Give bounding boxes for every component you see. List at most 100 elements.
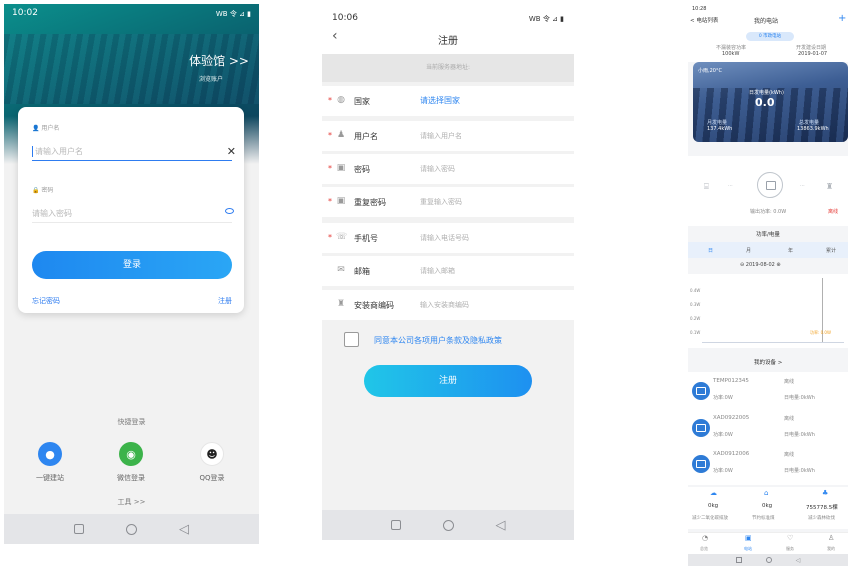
installer-icon: ♜ [336,299,346,309]
back-to-list[interactable]: < 电站列表 [690,16,718,24]
power-title: 功率/电量 [756,232,780,238]
power-chart: 0.4W 0.3W 0.2W 0.1W 功率: 0.0W [688,274,848,348]
password-input[interactable]: 请输入密码 [420,164,455,174]
device-item[interactable]: TEMP012345 离线 功率:0W 日电量:0kWh [688,372,848,412]
tab-plant[interactable]: 电站 [744,546,752,552]
coal-icon: ⌂ [764,489,769,497]
password-row[interactable]: * ▣ 密码 请输入密码 [322,154,574,184]
back-icon[interactable]: ◁ [796,557,801,564]
y-tick: 0.1W [690,330,701,335]
qq-icon: ☻ [200,442,224,466]
inverter-icon[interactable] [757,172,783,198]
plant-icon[interactable]: ▣ [745,534,752,542]
total-energy-value: 13863.9kWh [797,126,829,132]
email-row[interactable]: ✉ 邮箱 请输入邮箱 [322,256,574,286]
experience-subtitle: 浏览账户 [198,76,223,83]
tab-month[interactable]: 月 [746,247,751,254]
plant-type-pill[interactable]: 0 市政电站 [746,32,794,41]
weather-label: 小雨,20°C [698,68,722,74]
tab-service[interactable]: 服务 [786,546,794,552]
home-icon[interactable] [765,557,772,563]
back-icon[interactable]: ◁ [496,518,506,533]
service-icon[interactable]: ♡ [787,534,793,542]
login-button[interactable]: 登录 [32,251,232,279]
capacity-label: 不漏装容功率 [716,45,747,51]
one-click-build-button[interactable]: ● 一键建站 [20,442,80,483]
tab-day[interactable]: 日 [708,247,713,254]
grid-tower-icon: ♜ [826,182,834,191]
install-date-label: 开发建设日期 [796,45,827,51]
server-address: 当前服务器地址: [322,54,574,82]
phone-input[interactable]: 请输入电话号码 [420,233,469,243]
status-time: 10:06 [332,13,358,23]
username-label: 👤 用户名 [32,125,60,132]
date-picker[interactable]: ⊖ 2019-08-02 ⊕ [740,262,781,268]
register-link[interactable]: 注册 [218,296,232,306]
today-energy-label: 日发电量(kWh) [749,90,784,96]
username-input[interactable]: 请输入用户名 [32,143,232,161]
forgot-password-link[interactable]: 忘记密码 [32,296,60,306]
clear-icon[interactable]: ✕ [227,145,236,158]
bottom-tab-bar: ◔ 总览 ▣ 电站 ♡ 服务 ♙ 我的 [688,532,848,554]
status-icons: WB 令 ⊿ ▮ [215,10,251,18]
plant-title[interactable]: 我的电站 [754,16,778,25]
login-card: 👤 用户名 请输入用户名 ✕ 🔒 密码 请输入密码 登录 忘记密码 注册 [18,107,244,313]
eye-icon[interactable] [225,208,234,214]
tab-overview[interactable]: 总览 [700,546,708,552]
country-row[interactable]: * ◍ 国家 请选择国家 [322,86,574,116]
email-input[interactable]: 请输入邮箱 [420,266,455,276]
installer-code-input[interactable]: 输入安装商编码 [420,300,469,310]
lock-icon: ▣ [336,163,346,173]
device-icon [692,419,710,437]
phone-row[interactable]: * ☏ 手机号 请输入电话号码 [322,223,574,253]
installer-code-row[interactable]: ♜ 安装商编码 输入安装商编码 [322,290,574,320]
month-energy-value: 137.4kWh [707,126,733,132]
tools-link[interactable]: 工具 >> [4,497,259,507]
device-item[interactable]: XAD0922005 离线 功率:0W 日电量:0kWh [688,409,848,449]
agreement-link[interactable]: 同意本公司各项用户条款及隐私政策 [374,335,502,346]
page-title: 注册 [438,36,458,47]
username-row[interactable]: * ♟ 用户名 请输入用户名 [322,121,574,151]
co2-icon: ☁ [710,489,717,497]
required-mark: * [328,197,332,206]
overview-icon[interactable]: ◔ [702,534,708,542]
recent-apps-icon[interactable] [735,557,742,563]
register-button[interactable]: 注册 [364,365,532,397]
profile-icon[interactable]: ♙ [828,534,834,542]
mail-icon: ✉ [337,265,345,275]
wechat-login-button[interactable]: ◉ 微信登录 [101,442,161,483]
tab-total[interactable]: 累计 [826,247,836,254]
required-mark: * [328,164,332,173]
lock-icon: ▣ [336,196,346,206]
period-tabs: 日 月 年 累计 [688,242,848,258]
tab-profile[interactable]: 我的 [827,546,835,552]
qq-login-button[interactable]: ☻ QQ登录 [182,442,242,483]
y-tick: 0.3W [690,302,701,307]
repeat-password-input[interactable]: 重复输入密码 [420,197,462,207]
back-icon[interactable]: ◁ [179,522,189,537]
install-date-value: 2019-01-07 [798,51,828,57]
experience-link[interactable]: 体验馆 >> [189,52,249,69]
recent-apps-icon[interactable] [74,524,84,534]
home-icon[interactable] [442,519,454,531]
x-axis [702,342,844,343]
tooltip: 功率: 0.0W [810,330,831,335]
status-time: 10:28 [692,6,707,12]
devices-title[interactable]: 我的设备 > [754,358,782,366]
recent-apps-icon[interactable] [390,520,401,530]
country-select[interactable]: 请选择国家 [420,95,460,106]
status-icons: WB 令 ⊿ ▮ [528,15,564,23]
system-nav-bar: ◁ [4,514,259,544]
tab-year[interactable]: 年 [788,247,793,254]
capacity-value: 100kW [722,51,740,57]
agreement-checkbox[interactable] [344,332,359,347]
output-power: 输出功率: 0.0W [750,209,787,215]
device-item[interactable]: XAD0912006 离线 功率:0W 日电量:0kWh [688,445,848,485]
user-icon: ♟ [336,130,346,140]
repeat-password-row[interactable]: * ▣ 重复密码 重复输入密码 [322,187,574,217]
username-input[interactable]: 请输入用户名 [420,131,462,141]
device-icon [692,382,710,400]
add-icon[interactable]: + [838,13,846,24]
home-icon[interactable] [126,523,137,535]
password-input[interactable]: 请输入密码 [32,205,232,223]
